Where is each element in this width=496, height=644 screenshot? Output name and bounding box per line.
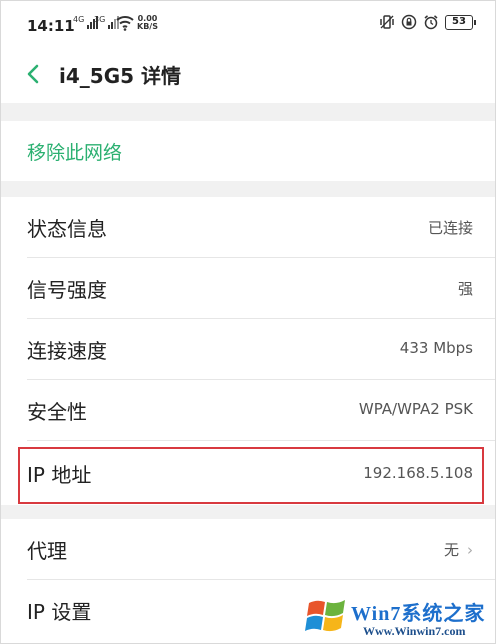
status-right-icons: 53: [379, 14, 476, 30]
status-time: 14:11: [27, 17, 75, 35]
status-bar: 14:11 4G 3G 0.00 KB/S 53: [1, 1, 495, 47]
battery-icon: 53: [445, 14, 476, 30]
remove-network-label: 移除此网络: [27, 142, 123, 164]
watermark: Win7系统之家 Www.Winwin7.com: [303, 591, 495, 643]
security-label: 安全性: [27, 400, 87, 424]
section-divider: [1, 505, 495, 519]
watermark-brand: Win7系统之家: [351, 603, 486, 625]
signal-strength-value: 强: [457, 280, 473, 298]
network-type-2-label: 3G: [94, 15, 106, 24]
section-divider: [1, 103, 495, 121]
title-bar: i4_5G5 详情: [1, 47, 495, 103]
alarm-icon: [424, 15, 438, 30]
security-value: WPA/WPA2 PSK: [358, 400, 473, 418]
detail-row-status: 状态信息 已连接: [1, 197, 495, 258]
highlight-box: [18, 447, 484, 504]
network-type-label: 4G: [73, 15, 85, 24]
proxy-row[interactable]: 代理 无 ›: [1, 519, 495, 580]
wifi-icon: [116, 16, 134, 31]
watermark-url: Www.Winwin7.com: [363, 624, 466, 638]
status-value: 已连接: [427, 219, 473, 237]
back-arrow-icon[interactable]: [23, 63, 45, 85]
ip-settings-label: IP 设置: [27, 600, 92, 624]
link-speed-label: 连接速度: [27, 339, 107, 363]
signal-strength-label: 信号强度: [27, 278, 107, 302]
screen: 14:11 4G 3G 0.00 KB/S 53 i4_5G5 详情 移除此网络…: [0, 0, 496, 644]
proxy-value: 无 ›: [443, 541, 473, 559]
lock-rotation-icon: [401, 14, 417, 30]
proxy-label: 代理: [27, 539, 67, 563]
detail-row-link-speed: 连接速度 433 Mbps: [1, 319, 495, 380]
status-label: 状态信息: [27, 217, 107, 241]
detail-row-signal: 信号强度 强: [1, 258, 495, 319]
link-speed-value: 433 Mbps: [399, 339, 473, 357]
page-title: i4_5G5 详情: [59, 64, 181, 88]
detail-row-security: 安全性 WPA/WPA2 PSK: [1, 380, 495, 441]
section-divider: [1, 181, 495, 197]
network-speed: 0.00 KB/S: [137, 14, 158, 31]
chevron-right-icon: ›: [467, 541, 473, 559]
remove-network-button[interactable]: 移除此网络: [1, 121, 495, 181]
vibrate-icon: [380, 15, 394, 29]
windows-logo-icon: [305, 600, 345, 632]
